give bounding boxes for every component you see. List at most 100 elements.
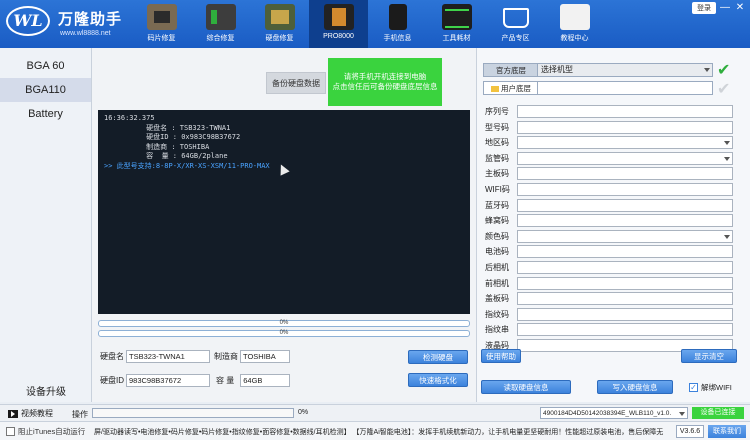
contact-us-button[interactable]: 联系我们 [708, 425, 746, 438]
maker-label: 制造商 [214, 352, 238, 361]
tab-user-base[interactable]: 用户底层 [483, 81, 539, 95]
quick-format-button[interactable]: 快速格式化 [408, 373, 468, 387]
field-input[interactable] [517, 183, 733, 196]
help-button[interactable]: 使用帮助 [481, 349, 521, 363]
nav-products[interactable]: 产品专区 [486, 0, 545, 48]
nav-label: 工具耗材 [442, 35, 471, 42]
field-label: 型号码 [485, 122, 509, 132]
unbind-wifi-checkbox[interactable]: ✓ [689, 383, 698, 392]
field-label: 地区码 [485, 138, 509, 148]
unbind-wifi-option[interactable]: ✓ 解绑WIFI [689, 382, 732, 393]
tab-user-base-label: 用户底层 [501, 84, 531, 93]
backup-disk-button[interactable]: 备份硬盘数据 [266, 72, 326, 94]
nav-label: 教程中心 [560, 35, 589, 42]
field-input[interactable] [517, 323, 733, 337]
close-icon[interactable]: ✕ [734, 2, 746, 14]
block-itunes-checkbox[interactable] [6, 427, 15, 436]
confirm-check-icon[interactable]: ✔ [717, 60, 730, 80]
field-input[interactable] [517, 307, 733, 321]
field-row: 颜色码 [485, 229, 745, 243]
field-input[interactable] [517, 261, 733, 274]
sidebar-item-bga60[interactable]: BGA 60 [0, 54, 91, 78]
minimize-icon[interactable]: — [719, 2, 731, 14]
log-line: 制造商 : TOSHIBA [104, 142, 210, 151]
nav-phone-info[interactable]: 手机信息 [368, 0, 427, 48]
sidebar-item-battery[interactable]: Battery [0, 102, 91, 126]
capacity-field[interactable]: 64GB [240, 374, 291, 387]
write-disk-info-button[interactable]: 写入硬盘信息 [597, 380, 673, 394]
field-input[interactable] [517, 120, 733, 134]
maker-field[interactable]: TOSHIBA [240, 350, 290, 363]
device-sidebar: BGA 60 BGA110 Battery 设备升级 [0, 48, 92, 402]
nav-label: PRO8000 [323, 33, 354, 40]
field-input[interactable] [517, 292, 733, 306]
field-row: 主板码 [485, 167, 745, 181]
operation-progress [92, 408, 294, 418]
field-input[interactable] [517, 105, 733, 118]
chevron-down-icon [679, 412, 685, 416]
field-label: 序列号 [485, 107, 509, 116]
version-label: V3.6.6 [676, 425, 704, 438]
block-itunes-label: 阻止iTunes自动运行 [18, 427, 86, 436]
disk-name-field[interactable]: TSB323-TWNA1 [126, 350, 210, 363]
nav-label: 手机信息 [383, 35, 412, 42]
login-button[interactable]: 登录 [692, 2, 716, 14]
read-disk-info-button[interactable]: 读取硬盘信息 [481, 380, 571, 394]
news-ticker: 屏/驱动器读写•电池修复•码片修复•码片修复•指纹修复•面容修复•数据线/耳机检… [94, 429, 664, 436]
clear-display-button[interactable]: 显示清空 [681, 349, 737, 363]
chevron-down-icon [724, 141, 730, 146]
nav-pro8000[interactable]: PRO8000 [309, 0, 368, 48]
window-controls: 登录 — ✕ [692, 2, 746, 14]
confirm-check-icon[interactable]: ✔ [717, 79, 730, 99]
field-label: 指纹码 [485, 309, 509, 319]
nav-general-repair[interactable]: 综合修复 [191, 0, 250, 48]
detect-disk-button[interactable]: 检测硬盘 [408, 350, 468, 364]
field-input[interactable] [517, 276, 733, 290]
log-line: 硬盘ID : 0x983C98B37672 [104, 133, 241, 141]
nav-chip-repair[interactable]: 码片修复 [132, 0, 191, 48]
field-label: 监管码 [485, 153, 509, 163]
nav-disk-repair[interactable]: 硬盘修复 [250, 0, 309, 48]
field-dropdown[interactable] [517, 151, 733, 165]
book-icon [559, 4, 590, 30]
operation-label: 操作 [72, 410, 88, 419]
footer-bar: 阻止iTunes自动运行 屏/驱动器读写•电池修复•码片修复•码片修复•指纹修复… [0, 421, 750, 440]
status-bar: 视频教程 操作 0% 4900184D4D50142038394E_WLB110… [0, 404, 750, 421]
field-label: 颜色码 [485, 231, 509, 241]
user-base-path-field[interactable] [537, 81, 713, 95]
field-label: 盖板码 [485, 294, 509, 304]
block-itunes-option[interactable]: 阻止iTunes自动运行 [6, 426, 85, 437]
field-input[interactable] [517, 245, 733, 259]
unbind-wifi-label: 解绑WIFI [701, 383, 732, 392]
field-input[interactable] [517, 198, 733, 212]
model-select[interactable]: 选择机型 [537, 63, 713, 77]
nav-tools[interactable]: 工具耗材 [427, 0, 486, 48]
sidebar-item-bga110[interactable]: BGA110 [0, 78, 91, 102]
device-upgrade-link[interactable]: 设备升级 [0, 383, 92, 398]
phone-icon [388, 4, 407, 30]
field-input[interactable] [517, 167, 733, 181]
field-dropdown[interactable] [517, 136, 733, 150]
model-select-value: 选择机型 [541, 65, 573, 74]
field-dropdown[interactable] [517, 229, 733, 243]
field-label: 前相机 [485, 278, 509, 288]
tab-official-base[interactable]: 官方底层 [483, 63, 539, 77]
field-input[interactable] [517, 214, 733, 228]
field-row: 序列号 [485, 105, 745, 118]
device-serial-select[interactable]: 4900184D4D50142038394E_WLB110_v1.0. [540, 407, 688, 419]
disk-id-field[interactable]: 983C98B37672 [126, 374, 210, 387]
hard-drive-board-icon [264, 4, 295, 30]
connect-notice-line2: 点击信任后可备份硬盘底层信息 [332, 82, 438, 91]
app-header: WL 万隆助手 www.wl8888.net 码片修复 综合修复 硬盘修复 PR… [0, 0, 750, 48]
oscilloscope-icon [441, 4, 472, 30]
nav-label: 码片修复 [147, 35, 176, 42]
nav-label: 产品专区 [501, 35, 530, 42]
field-row: 蜂窝码 [485, 214, 745, 228]
disk-info-row-2: 硬盘ID 983C98B37672 容 量 64GB [100, 374, 291, 387]
disk-id-label: 硬盘ID [100, 376, 124, 385]
field-label: 蓝牙码 [485, 200, 509, 210]
nav-tutorials[interactable]: 教程中心 [545, 0, 604, 48]
field-row: 盖板码 [485, 292, 745, 306]
field-row: 电池码 [485, 245, 745, 259]
video-tutorial-link[interactable]: 视频教程 [8, 408, 53, 419]
